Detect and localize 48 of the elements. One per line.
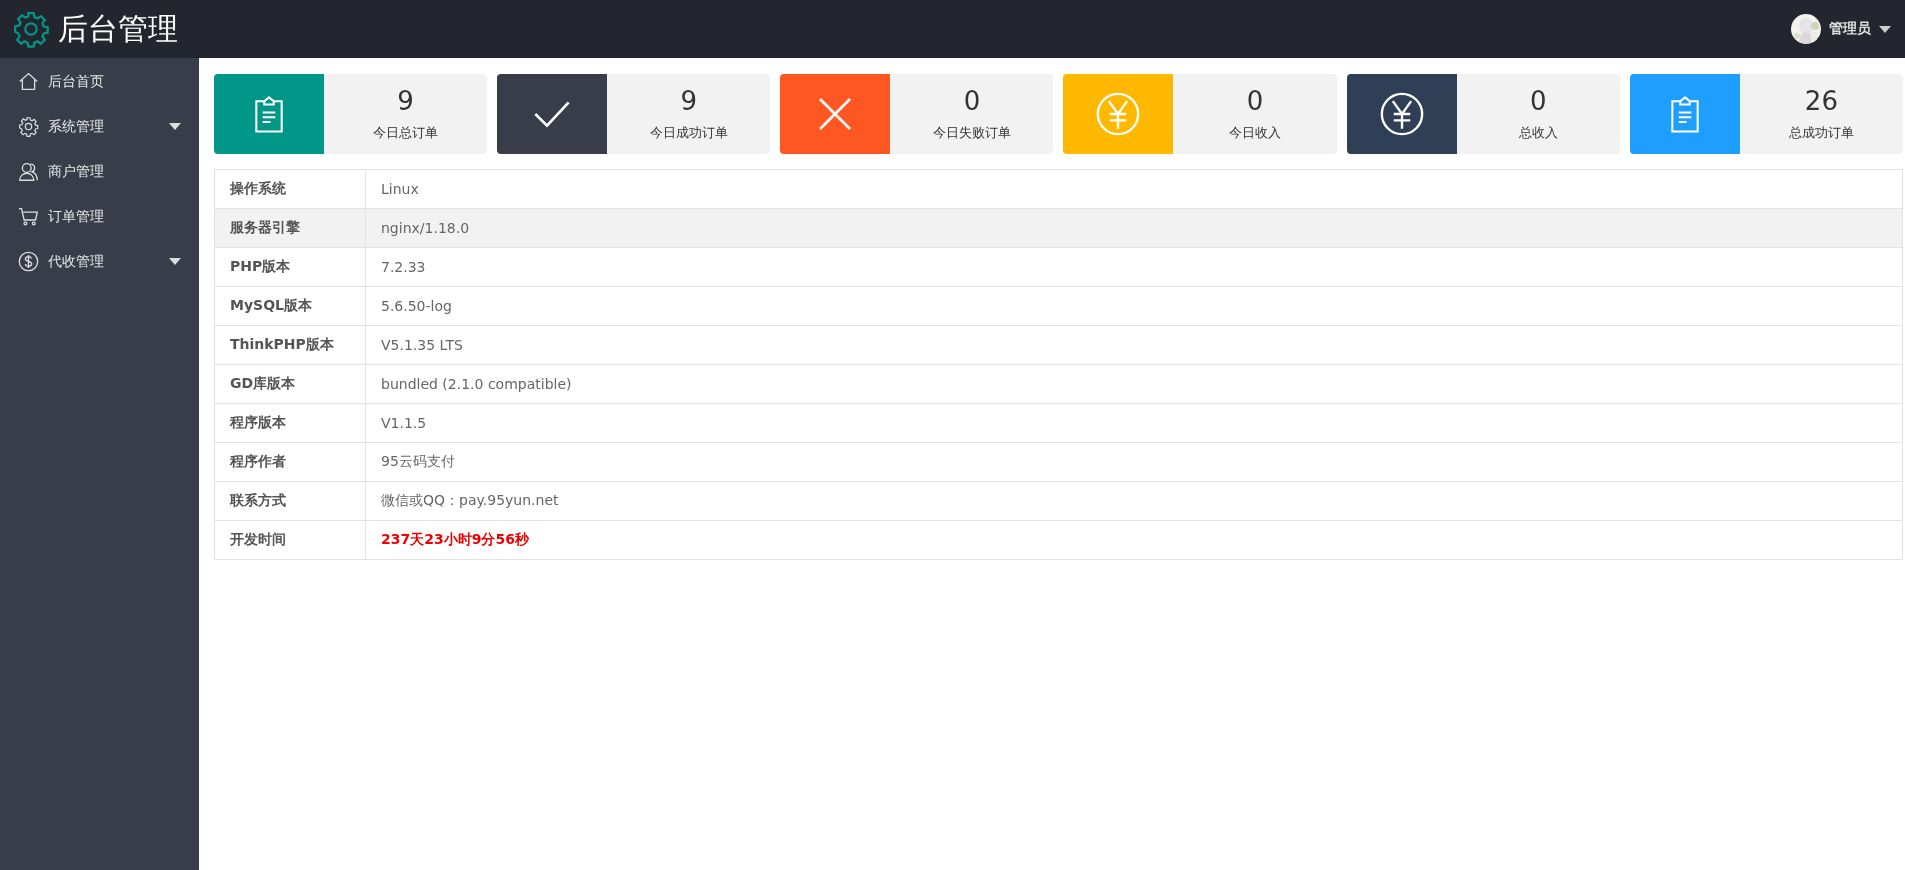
gear-icon [18,116,39,137]
table-cell: Linux [365,169,1903,209]
table-cell: 服务器引擎 [214,208,366,248]
table-cell: PHP版本 [214,247,366,287]
sidebar-item[interactable]: 订单管理 [0,194,199,239]
table-cell: 95云码支付 [365,442,1903,482]
caret-icon [1879,25,1891,33]
yen-icon [1379,92,1424,136]
stat-label: 今日收入 [1229,124,1282,142]
table-cell: GD库版本 [214,364,366,404]
dollar-icon [18,251,39,272]
table-cell: 操作系统 [214,169,366,209]
table-cell: 7.2.33 [365,247,1903,287]
table-cell: 开发时间 [214,520,366,560]
yen-icon [1096,92,1141,136]
table-cell: 联系方式 [214,481,366,521]
table-cell: 微信或QQ：pay.95yun.net [365,481,1903,521]
table-cell: V5.1.35 LTS [365,325,1903,365]
stat-label: 今日总订单 [373,124,439,142]
table-cell: nginx/1.18.0 [365,208,1903,248]
stat-label: 总成功订单 [1788,124,1854,142]
sidebar-item[interactable]: 系统管理 [0,104,199,149]
table-cell: 程序作者 [214,442,366,482]
stat-value: 9 [680,86,697,116]
table-cell: bundled (2.1.0 compatible) [365,364,1903,404]
table-cell: 5.6.50-log [365,286,1903,326]
app-title: 后台管理 [58,9,178,48]
stat-value: 0 [963,86,981,116]
sidebar-item[interactable]: 商户管理 [0,149,199,194]
sidebar-item[interactable]: 后台首页 [0,59,199,104]
stat-label: 总收入 [1518,124,1558,142]
table-cell: 程序版本 [214,403,366,443]
stat-label: 今日成功订单 [649,124,728,142]
sidebar-item[interactable]: 代收管理 [0,239,199,284]
cart-icon [18,206,39,227]
table-cell: V1.1.5 [365,403,1903,443]
stat-value: 0 [1529,86,1547,116]
stat-value: 26 [1804,86,1838,116]
user-menu[interactable]: 管理员 [1791,14,1891,44]
stat-label: 今日失败订单 [932,124,1011,142]
gear-icon [12,10,50,48]
stat-value: 0 [1246,86,1264,116]
users-icon [18,161,39,182]
stat-value: 9 [397,86,414,116]
table-cell: MySQL版本 [214,286,366,326]
table-cell: ThinkPHP版本 [214,325,366,365]
home-icon [18,71,39,92]
table-cell: 237天23小时9分56秒 [365,520,1903,560]
